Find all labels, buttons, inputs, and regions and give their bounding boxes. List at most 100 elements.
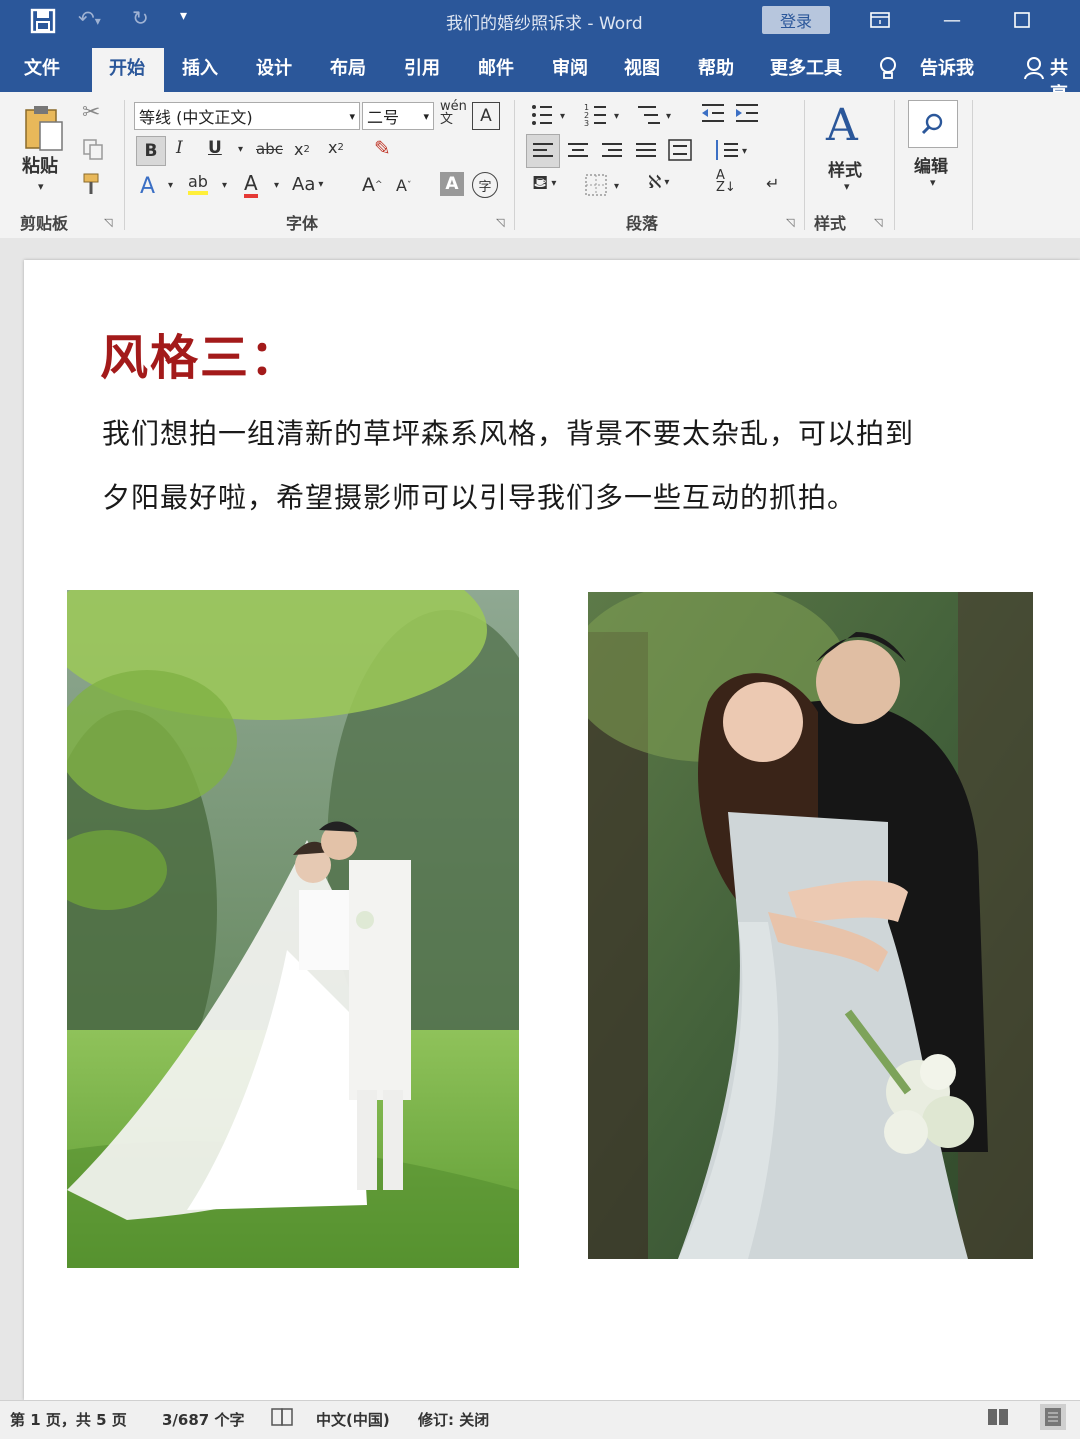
copy-icon[interactable] (82, 138, 104, 164)
styles-launcher-icon[interactable]: ◹ (874, 216, 882, 229)
tab-insert[interactable]: 插入 (182, 54, 218, 80)
wedding-photo-forest[interactable] (588, 592, 1033, 1259)
clipboard-group-label: 剪贴板 (20, 214, 69, 233)
font-size-value: 二号 (367, 108, 400, 127)
underline-icon[interactable]: U (208, 138, 222, 158)
strikethrough-icon[interactable]: abc (256, 140, 283, 158)
track-changes-status[interactable]: 修订: 关闭 (418, 1409, 489, 1430)
language-indicator[interactable]: 中文(中国) (316, 1409, 390, 1430)
tab-review[interactable]: 审阅 (552, 54, 588, 80)
styles-dropdown-icon[interactable]: ▾ (844, 180, 850, 193)
text-effects-icon[interactable]: A (140, 174, 155, 199)
minimize-icon[interactable]: — (932, 4, 972, 36)
chevron-down-icon[interactable]: ▾ (168, 180, 173, 191)
word-count[interactable]: 3/687 个字 (162, 1409, 244, 1430)
find-search-icon[interactable] (908, 100, 958, 148)
separator (972, 100, 973, 230)
font-group-label: 字体 (286, 214, 319, 233)
phonetic-guide-icon[interactable]: wén 文 (440, 100, 467, 126)
tell-me-search[interactable]: 告诉我 (920, 54, 974, 80)
font-name-select[interactable]: 等线 (中文正文) ▾ (134, 102, 360, 130)
lightbulb-icon (878, 56, 898, 86)
chevron-down-icon: ▾ (349, 109, 355, 123)
subscript-icon[interactable]: x2 (294, 140, 310, 159)
proofing-book-icon[interactable] (270, 1406, 294, 1432)
justify-icon[interactable] (632, 136, 660, 168)
editing-dropdown-icon[interactable]: ▾ (930, 176, 936, 189)
show-formatting-marks-icon[interactable]: ↵ (766, 174, 779, 193)
superscript-icon[interactable]: x2 (328, 138, 344, 157)
separator (514, 100, 515, 230)
character-border-icon[interactable]: A (472, 102, 500, 130)
bold-icon[interactable]: B (136, 136, 166, 166)
highlight-color-icon[interactable]: ab (188, 172, 208, 195)
cut-scissors-icon[interactable]: ✂ (82, 100, 100, 125)
page-info[interactable]: 第 1 页，共 5 页 (10, 1409, 127, 1430)
align-left-icon[interactable] (526, 134, 560, 168)
line-spacing-icon[interactable]: ▾ (712, 136, 752, 168)
distributed-icon[interactable] (666, 136, 694, 168)
window-title: 我们的婚纱照诉求 - Word (446, 14, 643, 34)
wedding-photo-lawn[interactable] (67, 590, 519, 1268)
align-center-icon[interactable] (564, 136, 592, 168)
font-launcher-icon[interactable]: ◹ (496, 216, 504, 229)
chevron-down-icon[interactable]: ▾ (274, 180, 279, 191)
redo-icon[interactable]: ↻ (132, 6, 149, 30)
format-painter-icon[interactable] (82, 172, 108, 200)
tab-help[interactable]: 帮助 (698, 54, 734, 80)
tab-references[interactable]: 引用 (404, 54, 440, 80)
svg-text:▾: ▾ (666, 111, 671, 122)
tab-file[interactable]: 文件 (24, 54, 60, 80)
maximize-icon[interactable] (1002, 4, 1042, 36)
borders-icon[interactable]: ▾ (584, 172, 624, 202)
tab-more-tools[interactable]: 更多工具 (770, 54, 842, 80)
bullets-icon[interactable]: ▾ (530, 102, 570, 132)
clear-formatting-icon[interactable]: ✎ (374, 136, 391, 160)
shading-bucket-icon[interactable]: ⛾ ▾ (532, 170, 556, 197)
undo-icon[interactable]: ↶▾ (78, 6, 101, 30)
editing-label[interactable]: 编辑 (914, 152, 948, 177)
font-size-select[interactable]: 二号 ▾ (362, 102, 434, 130)
enclose-characters-icon[interactable]: 字 (472, 172, 498, 198)
paste-dropdown-icon[interactable]: ▾ (38, 180, 44, 193)
multilevel-list-icon[interactable]: ▾ (636, 102, 676, 132)
character-shading-icon[interactable]: A (440, 172, 464, 196)
paste-label[interactable]: 粘贴 (22, 152, 58, 178)
ribbon-display-options-icon[interactable] (860, 4, 900, 36)
login-button[interactable]: 登录 (762, 6, 830, 34)
styles-gallery-icon[interactable]: A (826, 100, 858, 151)
customize-quick-access-icon[interactable]: ▾ (180, 8, 187, 24)
font-color-icon[interactable]: A (244, 172, 258, 198)
sort-icon[interactable]: A Z↓ (716, 169, 736, 194)
underline-dropdown-icon[interactable]: ▾ (238, 144, 243, 155)
grow-font-icon[interactable]: A ^ (362, 174, 383, 196)
separator (894, 100, 895, 230)
separator (804, 100, 805, 230)
print-layout-icon[interactable] (1040, 1404, 1066, 1430)
italic-icon[interactable]: I (176, 138, 183, 158)
paragraph-launcher-icon[interactable]: ◹ (786, 216, 794, 229)
document-heading: 风格三： (100, 330, 301, 386)
tab-home[interactable]: 开始 (109, 54, 145, 80)
save-icon[interactable] (30, 8, 56, 39)
align-right-icon[interactable] (598, 136, 626, 168)
change-case-icon[interactable]: Aa ▾ (292, 174, 323, 195)
styles-label[interactable]: 样式 (828, 156, 862, 181)
asian-layout-icon[interactable]: ℵ ▾ (648, 172, 669, 193)
increase-indent-icon[interactable] (734, 102, 760, 128)
chevron-down-icon[interactable]: ▾ (222, 180, 227, 191)
decrease-indent-icon[interactable] (700, 102, 726, 128)
share-person-icon[interactable] (1024, 56, 1046, 84)
styles-group-label: 样式 (814, 214, 847, 233)
tab-layout[interactable]: 布局 (330, 54, 366, 80)
clipboard-launcher-icon[interactable]: ◹ (104, 216, 112, 229)
numbering-icon[interactable]: 1 2 3 ▾ (584, 102, 624, 132)
tab-design[interactable]: 设计 (256, 54, 292, 80)
tab-view[interactable]: 视图 (624, 54, 660, 80)
svg-text:▾: ▾ (614, 181, 619, 192)
svg-text:▾: ▾ (742, 146, 747, 157)
shrink-font-icon[interactable]: Aˇ (396, 176, 411, 195)
read-mode-icon[interactable] (986, 1406, 1010, 1432)
tab-mailings[interactable]: 邮件 (478, 54, 514, 80)
paste-clipboard-icon[interactable] (22, 104, 66, 158)
